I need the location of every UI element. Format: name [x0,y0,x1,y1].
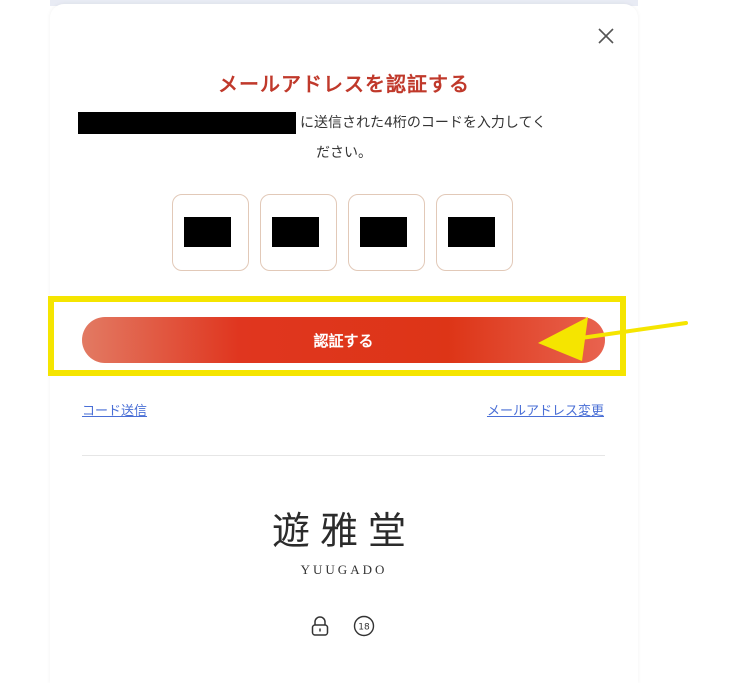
redacted-digit [184,217,231,247]
instruction-text-continued: ださい。 [316,145,372,161]
yuugado-logo: 遊雅堂 [271,509,416,553]
lock-icon [310,615,330,637]
redacted-digit [448,217,495,247]
age-18-icon: 18 [353,615,375,637]
close-button[interactable] [594,24,618,48]
instruction-text: に送信された4桁のコードを入力してく [300,115,547,131]
code-digit-1[interactable] [172,194,249,271]
code-digit-4[interactable] [436,194,513,271]
redacted-email [78,112,296,134]
resend-code-link[interactable]: コード送信 [82,400,147,419]
svg-text:18: 18 [358,623,370,633]
annotation-highlight-box [48,296,626,376]
redacted-digit [360,217,407,247]
code-digit-2[interactable] [260,194,337,271]
divider [82,455,605,456]
change-email-link[interactable]: メールアドレス変更 [487,400,604,419]
code-digit-3[interactable] [348,194,425,271]
close-icon [598,28,614,44]
redacted-digit [272,217,319,247]
yuugado-logo-subtext: YUUGADO [300,562,388,577]
modal-title: メールアドレスを認証する [218,72,470,96]
